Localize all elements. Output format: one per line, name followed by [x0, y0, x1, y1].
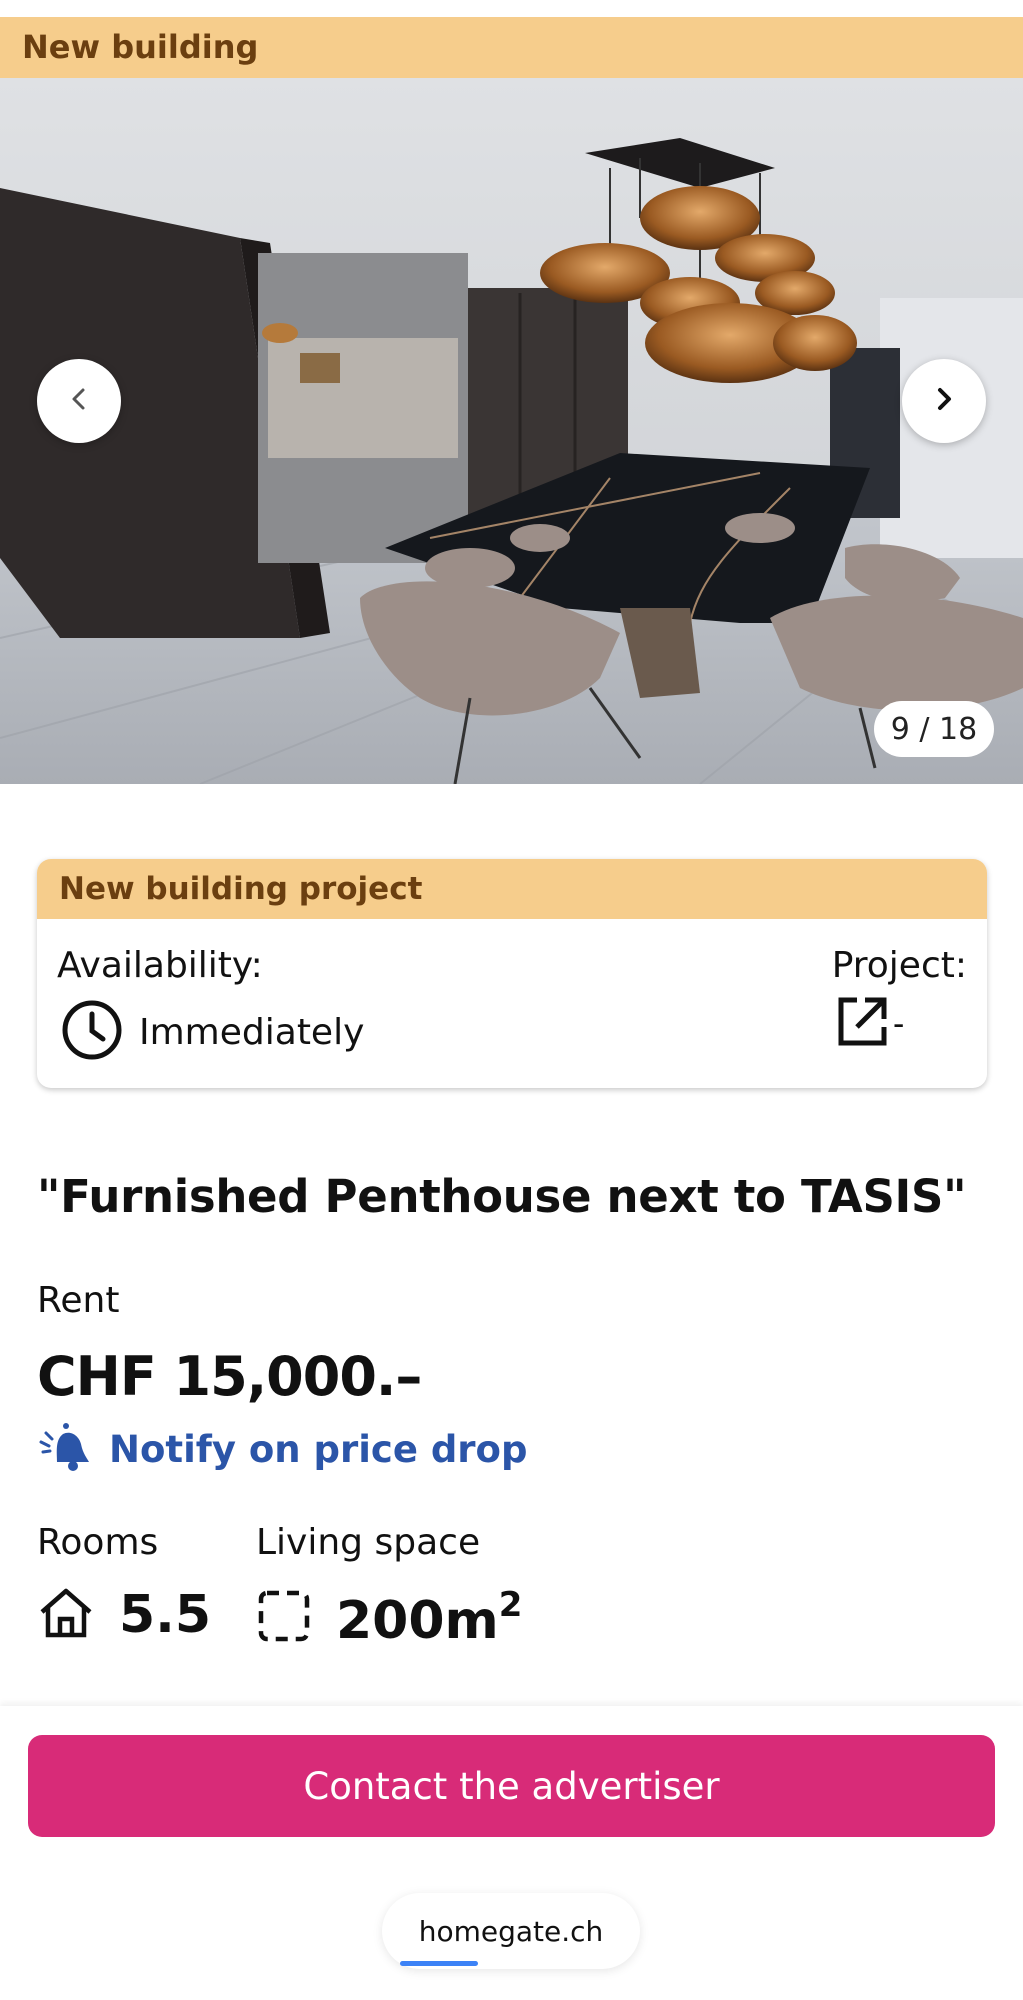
living-space-number: 200m: [336, 1591, 499, 1651]
bell-icon: [37, 1422, 91, 1477]
project-label: Project:: [831, 945, 967, 986]
living-space-value: 200m2: [336, 1585, 522, 1651]
project-value: -: [893, 1005, 905, 1043]
project-link[interactable]: -: [835, 995, 904, 1054]
listing-title: "Furnished Penthouse next to TASIS": [37, 1170, 967, 1223]
project-card-header: New building project: [37, 859, 987, 919]
clock-icon: [61, 999, 123, 1066]
page-load-progress: [400, 1961, 478, 1966]
availability-value: Immediately: [139, 1012, 365, 1053]
availability-row: Immediately: [61, 999, 364, 1066]
browser-url-bar[interactable]: homegate.ch: [382, 1893, 640, 1969]
notify-price-drop-label: Notify on price drop: [109, 1428, 528, 1471]
area-icon: [256, 1588, 312, 1649]
gallery-next-button[interactable]: [902, 359, 986, 443]
chevron-right-icon: [929, 384, 959, 419]
rent-price: CHF 15,000.–: [37, 1345, 422, 1408]
rooms-value: 5.5: [119, 1585, 212, 1645]
contact-advertiser-button[interactable]: Contact the advertiser: [28, 1735, 995, 1837]
notify-price-drop-link[interactable]: Notify on price drop: [37, 1422, 527, 1477]
house-icon: [37, 1586, 95, 1645]
rooms-value-row: 5.5: [37, 1585, 211, 1645]
availability-label: Availability:: [57, 945, 263, 986]
project-card: New building project Availability: Immed…: [37, 859, 987, 1088]
external-link-icon: [835, 995, 889, 1054]
living-space-label: Living space: [256, 1522, 481, 1563]
new-building-banner: New building: [0, 17, 1023, 78]
listing-photo[interactable]: [0, 78, 1023, 784]
status-strip: [0, 0, 1023, 17]
gallery-counter: 9 / 18: [874, 701, 994, 757]
rent-label: Rent: [37, 1280, 120, 1321]
living-space-unit-exponent: 2: [498, 1585, 523, 1625]
gallery-prev-button[interactable]: [37, 359, 121, 443]
rooms-label: Rooms: [37, 1522, 159, 1563]
chevron-left-icon: [64, 384, 94, 419]
living-space-value-row: 200m2: [256, 1585, 522, 1651]
